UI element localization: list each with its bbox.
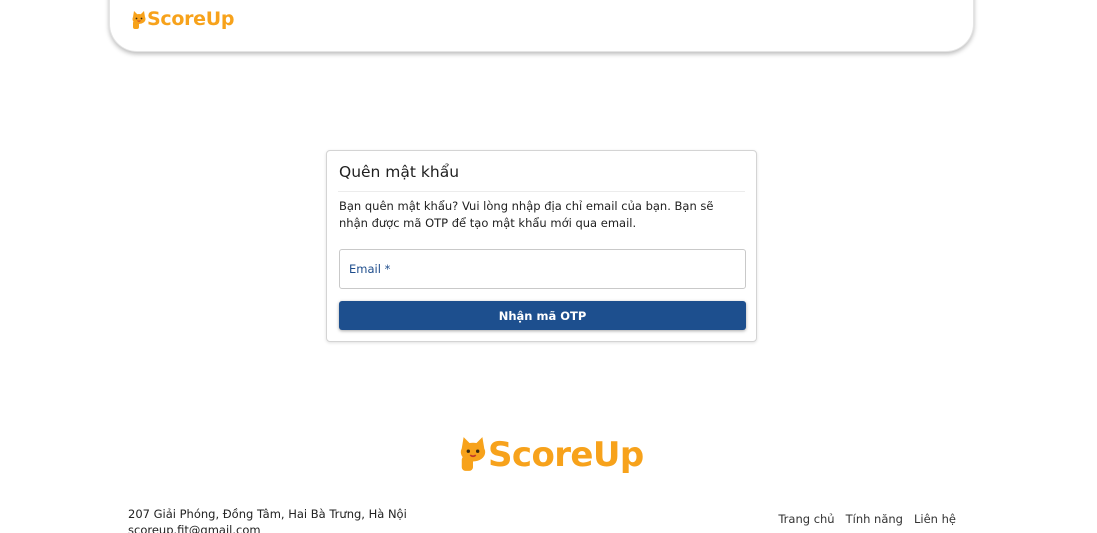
cat-mascot-icon	[132, 11, 146, 29]
card-title: Quên mật khẩu	[339, 163, 460, 181]
footer-nav-contact[interactable]: Liên hệ	[914, 512, 956, 526]
card-divider	[338, 191, 745, 192]
footer-nav-home[interactable]: Trang chủ	[778, 512, 834, 526]
footer-logo[interactable]: ScoreUp	[458, 436, 644, 472]
card-description: Bạn quên mật khẩu? Vui lòng nhập địa chỉ…	[339, 199, 714, 230]
footer-nav-features[interactable]: Tính năng	[846, 512, 903, 526]
footer-email[interactable]: scoreup.fit@gmail.com	[128, 522, 261, 533]
email-label-text: Email	[349, 262, 381, 276]
top-header: ScoreUp	[109, 0, 974, 52]
cat-mascot-icon	[460, 437, 486, 471]
email-field[interactable]: Email *	[339, 249, 746, 289]
required-marker: *	[384, 262, 391, 276]
footer-address: 207 Giải Phóng, Đồng Tâm, Hai Bà Trưng, …	[128, 507, 407, 521]
header-logo[interactable]: ScoreUp	[131, 10, 234, 29]
get-otp-button[interactable]: Nhận mã OTP	[339, 301, 746, 330]
footer-nav: Trang chủ Tính năng Liên hệ	[778, 512, 956, 526]
forgot-password-card: Quên mật khẩu Bạn quên mật khẩu? Vui lòn…	[326, 150, 757, 342]
email-field-label: Email *	[349, 262, 390, 276]
footer-logo-text: ScoreUp	[488, 435, 644, 475]
header-logo-text: ScoreUp	[147, 8, 235, 30]
